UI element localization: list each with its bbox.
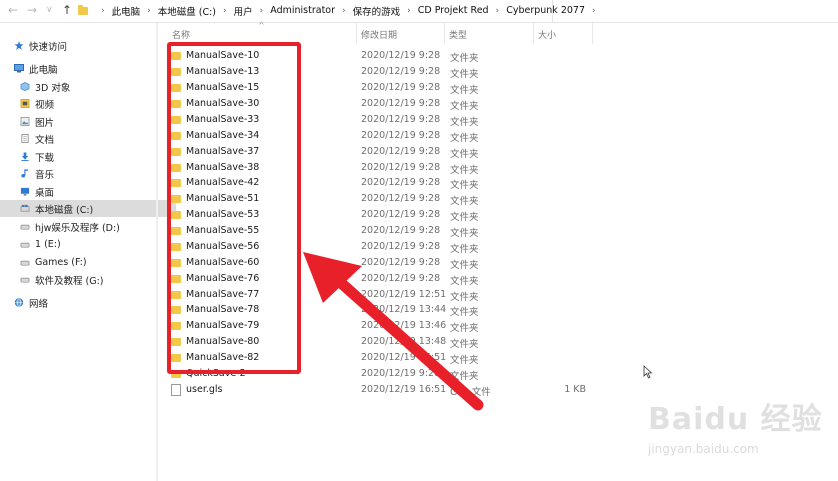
watermark-logo: Baidu 经验 [648, 402, 823, 437]
watermark-url: jingyan.baidu.com [648, 442, 759, 456]
mouse-cursor-icon [643, 365, 653, 379]
watermark: Baidu 经验 jingyan.baidu.com [642, 388, 832, 478]
